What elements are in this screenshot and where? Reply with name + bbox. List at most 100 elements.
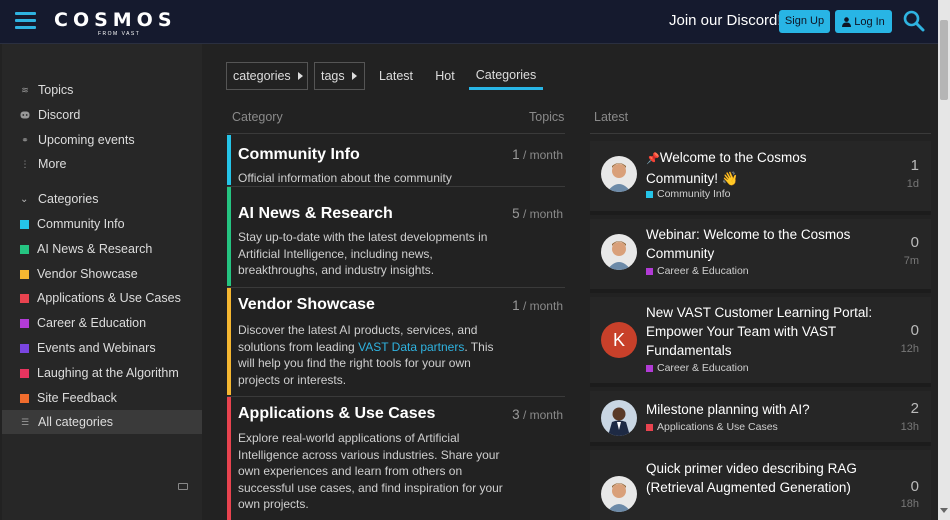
latest-topic-item[interactable]: K New VAST Customer Learning Portal: Emp… [590, 297, 931, 387]
tab-hot[interactable]: Hot [430, 62, 460, 90]
sidebar-item-label: Vendor Showcase [37, 267, 138, 281]
sidebar-item-label: More [38, 157, 67, 171]
category-row[interactable]: AI News & Research 5 / month Stay up-to-… [227, 187, 565, 286]
topic-age[interactable]: 13h [901, 421, 919, 433]
sidebar: ≋ Topics Discord ⚭ Upcoming events ⋮ Mor… [2, 44, 202, 520]
sidebar-item-label: Career & Education [37, 316, 147, 330]
column-header-latest: Latest [594, 110, 629, 124]
category-color-swatch [20, 293, 29, 303]
sidebar-item-topics[interactable]: ≋ Topics [2, 78, 202, 102]
latest-topic-item[interactable]: Quick primer video describing RAG (Retri… [590, 450, 931, 520]
sidebar-item-upcoming-events[interactable]: ⚭ Upcoming events [2, 128, 202, 152]
category-row[interactable]: Applications & Use Cases 3 / month Explo… [227, 397, 565, 520]
sidebar-item-more[interactable]: ⋮ More [2, 152, 202, 176]
logo-subtext: FROM VAST [98, 31, 141, 37]
tags-dropdown[interactable]: tags [314, 62, 365, 90]
topic-title[interactable]: Quick primer video describing RAG (Retri… [646, 459, 874, 497]
topic-age[interactable]: 18h [901, 498, 919, 510]
sidebar-all-categories[interactable]: ☰ All categories [2, 410, 202, 434]
topic-title[interactable]: New VAST Customer Learning Portal: Empow… [646, 303, 874, 360]
avatar[interactable]: K [601, 322, 637, 358]
sidebar-item-label: Community Info [37, 217, 125, 231]
category-color-swatch [20, 244, 29, 254]
sidebar-item-label: Laughing at the Algorithm [37, 366, 179, 380]
table-divider [227, 133, 565, 134]
site-logo[interactable]: COSMOS FROM VAST [54, 9, 186, 39]
topic-age[interactable]: 12h [901, 343, 919, 355]
topic-title[interactable]: Milestone planning with AI? [646, 400, 874, 419]
topic-reply-count: 0 [910, 478, 919, 495]
user-icon [842, 16, 852, 27]
vast-partners-link[interactable]: VAST Data partners [358, 340, 464, 354]
category-topic-count: 5 / month [512, 206, 563, 221]
category-color-swatch [646, 364, 653, 372]
topic-title[interactable]: 📌Welcome to the Cosmos Community! 👋 [646, 148, 874, 188]
sidebar-category-events-webinars[interactable]: Events and Webinars [2, 336, 202, 360]
latest-topic-item[interactable]: Milestone planning with AI? Applications… [590, 391, 931, 446]
avatar[interactable] [601, 234, 637, 270]
category-name[interactable]: Community Info [238, 146, 360, 164]
category-row[interactable]: Community Info 1 / month Official inform… [227, 135, 565, 185]
categories-dropdown[interactable]: categories [226, 62, 308, 90]
logo-text: COSMOS [54, 9, 177, 31]
category-color-swatch [20, 393, 29, 403]
log-in-button[interactable]: Log In [835, 10, 892, 33]
scrollbar-thumb[interactable] [940, 20, 948, 100]
topic-reply-count: 1 [910, 157, 919, 174]
sidebar-category-vendor-showcase[interactable]: Vendor Showcase [2, 262, 202, 286]
caret-right-icon [297, 72, 303, 80]
topic-category-badge[interactable]: Community Info [646, 188, 731, 200]
latest-topic-item[interactable]: 📌Welcome to the Cosmos Community! 👋 Comm… [590, 141, 931, 215]
category-color-swatch [646, 190, 653, 198]
discord-link[interactable]: Join our Discord! [669, 12, 782, 29]
category-name[interactable]: Vendor Showcase [238, 296, 375, 314]
sidebar-category-community-info[interactable]: Community Info [2, 212, 202, 236]
sidebar-item-label: Applications & Use Cases [37, 291, 181, 305]
site-header: COSMOS FROM VAST Join our Discord! Sign … [0, 0, 950, 44]
category-name[interactable]: AI News & Research [238, 205, 393, 223]
sidebar-categories-header[interactable]: ⌄ Categories [2, 188, 202, 210]
avatar[interactable] [601, 156, 637, 192]
sign-up-button[interactable]: Sign Up [779, 10, 830, 33]
vertical-ellipsis-icon: ⋮ [20, 158, 30, 169]
page-scrollbar[interactable] [938, 0, 950, 520]
topic-age[interactable]: 1d [907, 178, 919, 190]
keyboard-icon[interactable] [178, 483, 188, 490]
sidebar-item-discord[interactable]: Discord [2, 103, 202, 127]
topic-category-badge[interactable]: Career & Education [646, 362, 749, 374]
category-name[interactable]: Applications & Use Cases [238, 405, 435, 423]
topic-category-badge[interactable]: Career & Education [646, 265, 749, 277]
category-color-swatch [646, 267, 653, 275]
sidebar-item-label: Site Feedback [37, 391, 117, 405]
sidebar-item-label: Discord [38, 108, 81, 122]
sidebar-category-career-education[interactable]: Career & Education [2, 311, 202, 335]
sidebar-category-laughing[interactable]: Laughing at the Algorithm [2, 361, 202, 385]
list-icon: ☰ [20, 416, 30, 427]
category-description: Official information about the community [238, 171, 452, 185]
hamburger-menu-icon[interactable] [15, 12, 36, 30]
log-in-label: Log In [854, 15, 885, 28]
dropdown-label: tags [321, 69, 345, 83]
category-description: Stay up-to-date with the latest developm… [238, 230, 488, 277]
sidebar-category-applications[interactable]: Applications & Use Cases [2, 286, 202, 310]
avatar[interactable] [601, 476, 637, 512]
category-topic-count: 1 / month [512, 147, 563, 162]
discord-icon [20, 110, 30, 120]
category-color-swatch [20, 219, 29, 229]
latest-topic-item[interactable]: Webinar: Welcome to the Cosmos Community… [590, 219, 931, 293]
avatar[interactable] [601, 400, 637, 436]
topic-title[interactable]: Webinar: Welcome to the Cosmos Community [646, 225, 874, 263]
sidebar-category-site-feedback[interactable]: Site Feedback [2, 386, 202, 410]
category-color-swatch [20, 343, 29, 353]
topic-age[interactable]: 7m [904, 255, 919, 267]
category-topic-count: 1 / month [512, 298, 563, 313]
search-icon[interactable] [903, 10, 925, 32]
tab-categories[interactable]: Categories [469, 62, 543, 90]
category-row[interactable]: Vendor Showcase 1 / month Discover the l… [227, 288, 565, 395]
sidebar-item-label: AI News & Research [37, 242, 153, 256]
category-color-bar [227, 288, 231, 395]
sidebar-category-ai-news[interactable]: AI News & Research [2, 237, 202, 261]
scroll-down-arrow-icon[interactable] [940, 508, 948, 513]
topic-category-badge[interactable]: Applications & Use Cases [646, 421, 778, 433]
tab-latest[interactable]: Latest [376, 62, 416, 90]
